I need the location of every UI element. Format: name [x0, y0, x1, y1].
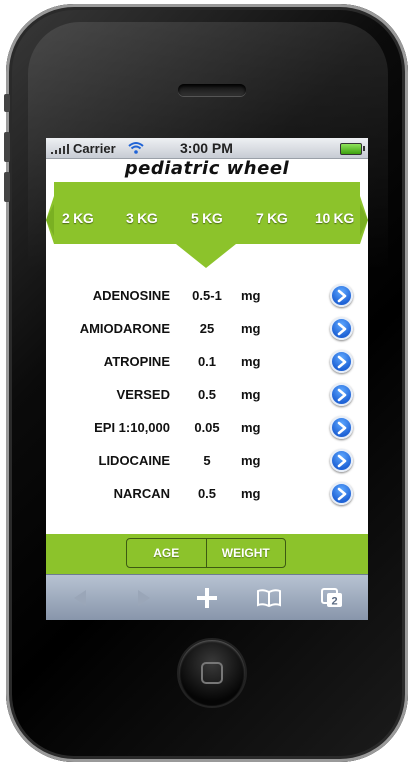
- earpiece-speaker: [178, 84, 246, 96]
- browser-toolbar: 2: [46, 574, 368, 620]
- weight-band-shape: [46, 182, 368, 268]
- drug-unit: mg: [241, 288, 261, 303]
- weight-option-7kg[interactable]: 7 KG: [256, 210, 288, 226]
- drug-unit: mg: [241, 486, 261, 501]
- drug-row-atropine[interactable]: ATROPINE 0.1 mg: [46, 345, 368, 378]
- volume-down-button: [4, 172, 10, 202]
- chevron-right-icon[interactable]: [330, 317, 353, 340]
- wifi-icon: [128, 142, 144, 154]
- bookmarks-icon: [257, 589, 281, 607]
- volume-up-button: [4, 132, 10, 162]
- drug-unit: mg: [241, 420, 261, 435]
- drug-dose: 0.5: [197, 387, 217, 402]
- chevron-right-icon[interactable]: [330, 284, 353, 307]
- add-icon: [197, 588, 217, 608]
- battery-icon: [340, 143, 365, 155]
- drug-dose: 0.05: [194, 420, 220, 435]
- status-time: 3:00 PM: [180, 140, 233, 156]
- status-bar: Carrier 3:00 PM: [46, 138, 368, 159]
- drug-name: EPI 1:10,000: [94, 420, 170, 435]
- drug-row-narcan[interactable]: NARCAN 0.5 mg: [46, 477, 368, 510]
- weight-option-5kg[interactable]: 5 KG: [191, 210, 223, 226]
- chevron-right-icon[interactable]: [330, 350, 353, 373]
- drug-name: ATROPINE: [103, 354, 170, 369]
- page-title: pediatric wheel: [124, 158, 290, 179]
- back-icon: [74, 590, 86, 606]
- chevron-right-icon[interactable]: [330, 449, 353, 472]
- weight-option-3kg[interactable]: 3 KG: [126, 210, 158, 226]
- signal-icon: [51, 144, 69, 154]
- tabs-button[interactable]: 2: [318, 585, 346, 611]
- drug-name: ADENOSINE: [92, 288, 170, 303]
- drug-dose: 25: [199, 321, 215, 336]
- drug-name: VERSED: [116, 387, 170, 402]
- weight-selector[interactable]: [46, 182, 368, 270]
- drug-row-adenosine[interactable]: ADENOSINE 0.5-1 mg: [46, 279, 368, 312]
- drug-row-amiodarone[interactable]: AMIODARONE 25 mg: [46, 312, 368, 345]
- drug-dose: 0.5-1: [192, 288, 222, 303]
- drug-row-versed[interactable]: VERSED 0.5 mg: [46, 378, 368, 411]
- drug-name: NARCAN: [113, 486, 170, 501]
- drug-dose: 0.5: [197, 486, 217, 501]
- mode-bar: AGE WEIGHT: [46, 534, 368, 574]
- weight-option-2kg[interactable]: 2 KG: [62, 210, 94, 226]
- weight-option-10kg[interactable]: 10 KG: [315, 210, 354, 226]
- drug-unit: mg: [241, 354, 261, 369]
- chevron-right-icon[interactable]: [330, 383, 353, 406]
- drug-dose: 0.1: [197, 354, 217, 369]
- drug-row-epi[interactable]: EPI 1:10,000 0.05 mg: [46, 411, 368, 444]
- drug-dose: 5: [203, 453, 211, 468]
- chevron-right-icon[interactable]: [330, 482, 353, 505]
- bookmarks-button[interactable]: [255, 585, 283, 611]
- forward-icon: [138, 590, 150, 606]
- drug-name: AMIODARONE: [79, 321, 170, 336]
- screen: Carrier 3:00 PM pediatric wheel 2 KG 3 K…: [46, 138, 368, 620]
- back-button[interactable]: [66, 585, 94, 611]
- drug-unit: mg: [241, 321, 261, 336]
- drug-unit: mg: [241, 453, 261, 468]
- add-button[interactable]: [193, 585, 221, 611]
- drug-row-lidocaine[interactable]: LIDOCAINE 5 mg: [46, 444, 368, 477]
- drug-unit: mg: [241, 387, 261, 402]
- drug-name: LIDOCAINE: [98, 453, 171, 468]
- age-mode-button[interactable]: AGE: [127, 539, 206, 567]
- home-button[interactable]: [179, 640, 245, 706]
- carrier-label: Carrier: [73, 141, 116, 156]
- tabs-count: 2: [331, 596, 337, 608]
- tabs-icon: 2: [321, 588, 342, 608]
- mode-segmented-control: AGE WEIGHT: [126, 538, 286, 568]
- home-square-icon: [201, 662, 223, 684]
- weight-mode-button[interactable]: WEIGHT: [205, 539, 286, 567]
- mute-switch: [4, 94, 10, 112]
- forward-button[interactable]: [130, 585, 158, 611]
- chevron-right-icon[interactable]: [330, 416, 353, 439]
